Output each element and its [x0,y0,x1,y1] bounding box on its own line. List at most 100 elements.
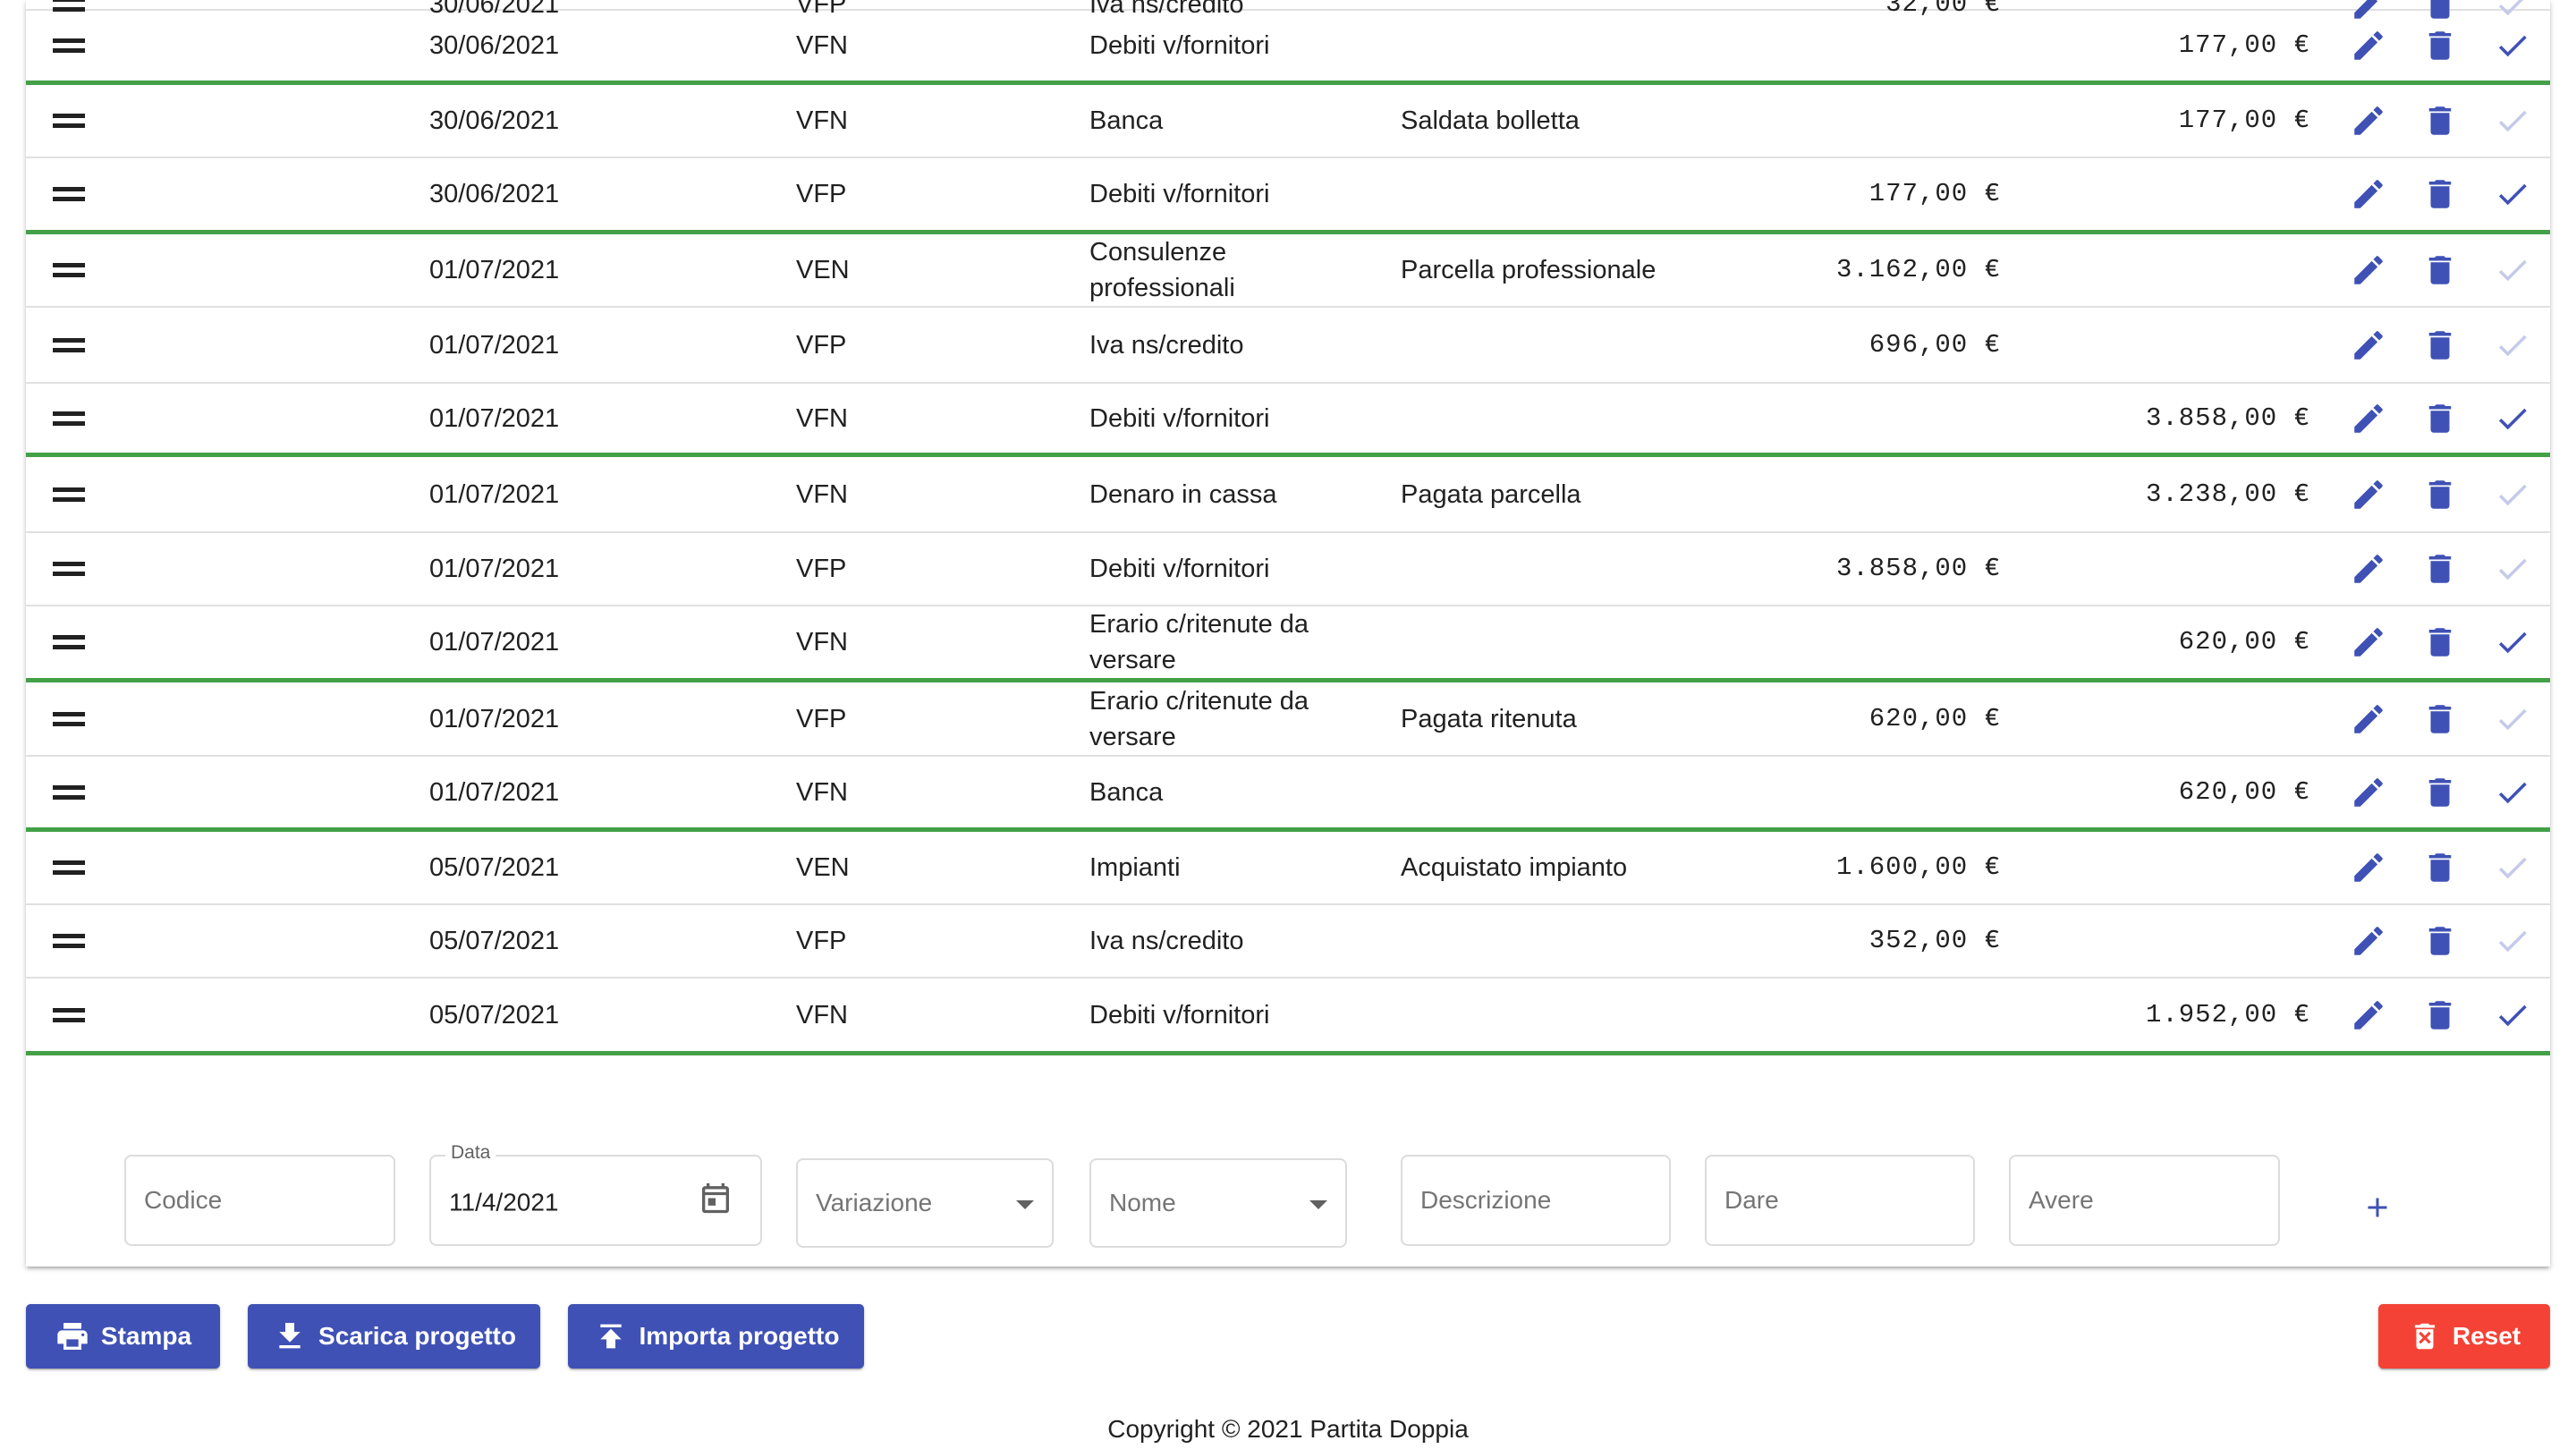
edit-button[interactable] [2342,905,2395,977]
edit-button[interactable] [2342,979,2395,1051]
drag-handle-icon[interactable] [49,158,89,230]
edit-button[interactable] [2342,682,2395,755]
confirm-button[interactable] [2486,0,2539,16]
confirm-button[interactable] [2486,757,2539,827]
row-avere-amount [2060,533,2310,605]
drag-handle-icon[interactable] [49,457,89,531]
row-variation: VFN [796,628,848,657]
delete-button[interactable] [2413,457,2467,531]
delete-button[interactable] [2413,85,2467,157]
edit-button[interactable] [2342,384,2395,453]
delete-button[interactable] [2413,905,2467,977]
trash-icon [2421,476,2459,513]
row-date: 01/07/2021 [429,330,560,360]
confirm-button[interactable] [2486,979,2539,1051]
drag-handle-icon[interactable] [49,234,89,306]
drag-handle-icon[interactable] [49,533,89,605]
check-icon [2494,922,2531,960]
check-icon [2494,996,2531,1034]
edit-button[interactable] [2342,606,2395,678]
confirm-button[interactable] [2486,682,2539,755]
row-account-name: Banca [1089,777,1164,807]
edit-button[interactable] [2342,757,2395,827]
journal-row: 01/07/2021 VFN Erario c/ritenute da versar… [26,606,2550,682]
delete-button[interactable] [2413,0,2467,19]
dare-field[interactable]: Dare [1705,1155,1975,1246]
row-dare-amount: 696,00 € [1868,329,2001,360]
confirm-button[interactable] [2486,606,2539,678]
add-row-button[interactable] [2351,1182,2403,1233]
check-icon [2494,251,2531,289]
row-date: 05/07/2021 [429,927,560,955]
confirm-button[interactable] [2486,11,2539,80]
delete-button[interactable] [2413,11,2467,80]
confirm-button[interactable] [2486,533,2539,605]
trash-icon [2421,623,2459,661]
variazione-select[interactable]: Variazione [796,1158,1054,1248]
delete-button[interactable] [2413,606,2467,678]
drag-handle-icon[interactable] [49,85,89,157]
delete-button[interactable] [2413,757,2467,827]
pencil-icon [2350,175,2387,213]
row-description [1401,11,1776,80]
row-date: 30/06/2021 [429,31,560,60]
confirm-button[interactable] [2486,905,2539,977]
edit-button[interactable] [2342,308,2395,382]
row-variation: VFP [796,927,847,955]
delete-button[interactable] [2413,308,2467,382]
delete-button[interactable] [2413,979,2467,1051]
print-button[interactable]: Stampa [26,1304,220,1368]
edit-button[interactable] [2342,11,2395,80]
edit-button[interactable] [2342,158,2395,230]
journal-row: 01/07/2021 VFN Banca 620,00 € [26,757,2550,832]
confirm-button[interactable] [2486,457,2539,531]
drag-handle-icon[interactable] [49,905,89,977]
row-account-name: Iva ns/credito [1089,927,1244,955]
date-field[interactable]: Data 11/4/2021 [429,1142,762,1246]
delete-button[interactable] [2413,158,2467,230]
drag-handle-icon[interactable] [49,11,89,80]
drag-handle-icon[interactable] [49,384,89,453]
confirm-button[interactable] [2486,384,2539,453]
drag-handle-icon[interactable] [49,0,89,12]
edit-button[interactable] [2342,0,2395,19]
delete-button[interactable] [2413,533,2467,605]
drag-handle-icon[interactable] [49,308,89,382]
drag-handle-icon[interactable] [49,757,89,827]
import-project-button[interactable]: Importa progetto [568,1304,864,1368]
edit-button[interactable] [2342,533,2395,605]
confirm-button[interactable] [2486,158,2539,230]
row-variation: VEN [796,853,850,882]
delete-button[interactable] [2413,384,2467,453]
confirm-button[interactable] [2486,234,2539,306]
drag-handle-icon[interactable] [49,606,89,678]
plus-icon [2368,1198,2387,1217]
edit-button[interactable] [2342,457,2395,531]
confirm-button[interactable] [2486,308,2539,382]
avere-field[interactable]: Avere [2009,1155,2280,1246]
row-avere-amount [2060,308,2310,382]
edit-button[interactable] [2342,832,2395,903]
delete-button[interactable] [2413,682,2467,755]
calendar-icon[interactable] [698,1181,733,1221]
drag-handle-icon[interactable] [49,682,89,755]
reset-button[interactable]: Reset [2378,1304,2550,1368]
drag-handle-icon[interactable] [49,979,89,1051]
delete-button[interactable] [2413,832,2467,903]
drag-handle-icon[interactable] [49,832,89,903]
descrizione-field[interactable]: Descrizione [1401,1155,1671,1246]
trash-icon [2421,175,2459,213]
edit-button[interactable] [2342,234,2395,306]
codice-field[interactable]: Codice [124,1155,395,1246]
check-icon [2494,476,2531,513]
confirm-button[interactable] [2486,832,2539,903]
row-date: 30/06/2021 [429,180,560,208]
row-variation: VFN [796,777,848,807]
nome-placeholder: Nome [1109,1189,1176,1216]
edit-button[interactable] [2342,85,2395,157]
delete-button[interactable] [2413,234,2467,306]
check-icon [2494,27,2531,64]
download-project-button[interactable]: Scarica progetto [248,1304,540,1368]
nome-select[interactable]: Nome [1089,1158,1347,1248]
confirm-button[interactable] [2486,85,2539,157]
